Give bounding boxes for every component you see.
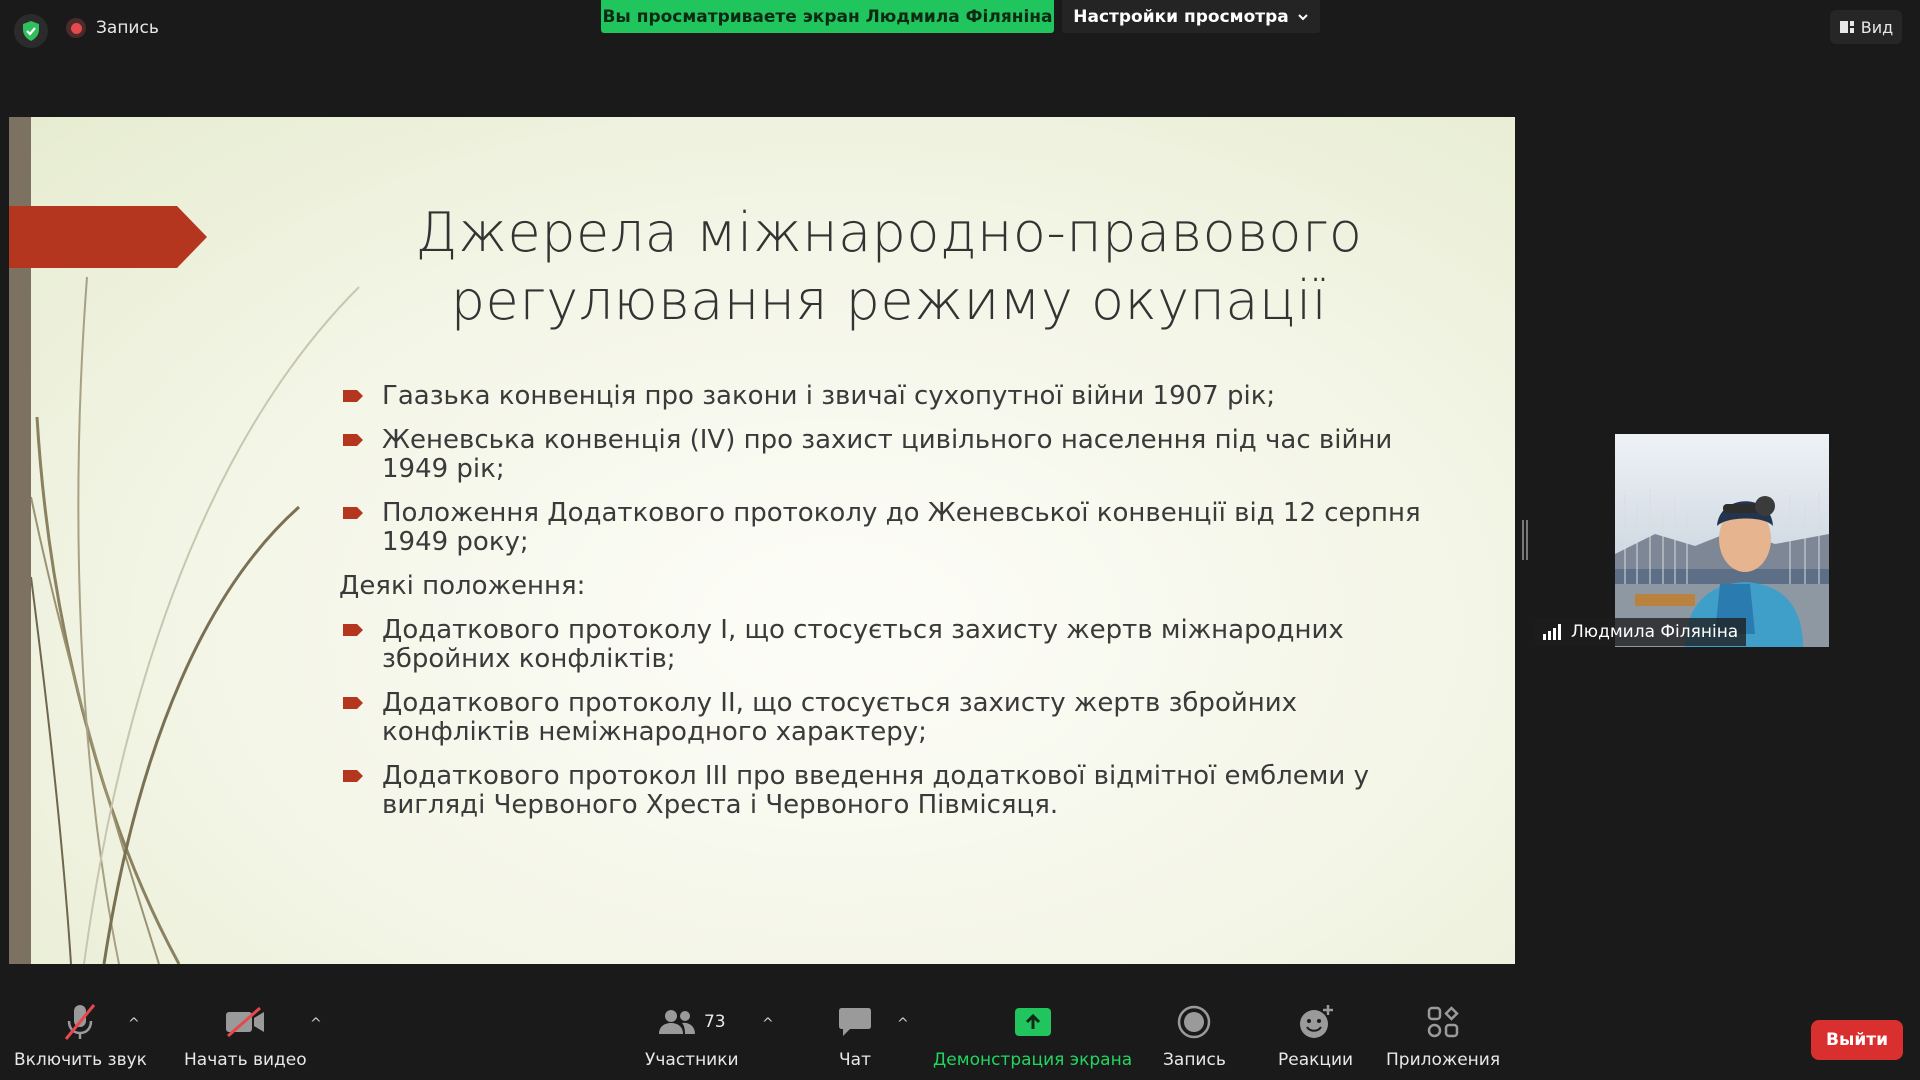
bullet-icon <box>343 624 363 636</box>
reactions-label: Реакции <box>1278 1050 1354 1070</box>
bullet-icon <box>343 507 363 519</box>
shared-screen-slide: Джерела міжнародно-правового регулювання… <box>9 117 1515 964</box>
slide-title-line2: регулювання режиму окупації <box>450 269 1328 332</box>
participants-button[interactable]: 73 Участники <box>645 1002 739 1070</box>
slide-subheading: Деякі положення: <box>339 571 586 601</box>
slide-bullet-item: Додаткового протоколу I, що стосується з… <box>339 616 1439 674</box>
participants-options-caret-icon[interactable]: ^ <box>762 1016 774 1032</box>
recording-indicator[interactable]: Запись <box>66 18 159 38</box>
chevron-down-icon <box>1298 13 1308 20</box>
start-video-label: Начать видео <box>184 1050 307 1070</box>
unmute-button[interactable]: Включить звук <box>14 1002 147 1070</box>
apps-icon <box>1426 1002 1460 1042</box>
slide-bullet-item: Додаткового протокол III про введення до… <box>339 762 1439 820</box>
bullet-icon <box>343 390 363 402</box>
chat-label: Чат <box>839 1050 871 1070</box>
security-shield-icon[interactable] <box>14 14 48 48</box>
apps-label: Приложения <box>1386 1050 1501 1070</box>
view-button[interactable]: Вид <box>1830 10 1902 44</box>
viewing-screen-banner: Вы просматриваете экран Людмила Філяніна <box>601 0 1054 33</box>
slide-bullet-item: Додаткового протоколу II, що стосується … <box>339 689 1439 747</box>
slide-bullet-item: Женевська конвенція (IV) про захист циві… <box>339 426 1439 484</box>
slide-bullet-item: Гаазька конвенція про закони і звичаї су… <box>339 382 1439 411</box>
bullet-icon <box>343 434 363 446</box>
slide-body: Гаазька конвенція про закони і звичаї су… <box>339 382 1439 835</box>
chat-button[interactable]: Чат <box>838 1002 872 1070</box>
record-dot-icon <box>66 18 86 38</box>
reactions-smiley-icon <box>1298 1002 1334 1042</box>
participant-name: Людмила Філяніна <box>1571 622 1739 642</box>
slide-item-text: Положення Додаткового протоколу до Женев… <box>382 498 1421 557</box>
share-screen-icon <box>1014 1002 1052 1042</box>
share-screen-button[interactable]: Демонстрация экрана <box>933 1002 1132 1070</box>
slide-item-text: Гаазька конвенція про закони і звичаї су… <box>382 381 1276 411</box>
leave-meeting-button[interactable]: Выйти <box>1811 1020 1903 1060</box>
slide-item-text: Додаткового протоколу II, що стосується … <box>382 688 1298 747</box>
panel-resize-handle[interactable] <box>1522 520 1528 560</box>
participant-video-tile[interactable] <box>1615 434 1829 647</box>
start-video-button[interactable]: Начать видео <box>184 1002 307 1070</box>
participant-name-label: Людмила Філяніна <box>1535 618 1747 646</box>
slide-item-text: Додаткового протоколу I, що стосується з… <box>382 615 1344 674</box>
reactions-button[interactable]: Реакции <box>1278 1002 1353 1070</box>
apps-button[interactable]: Приложения <box>1386 1002 1500 1070</box>
title-arrow-shape <box>9 206 207 268</box>
view-layout-icon <box>1839 21 1854 33</box>
participants-icon <box>658 1010 695 1034</box>
camera-off-icon <box>224 1002 266 1042</box>
share-screen-label: Демонстрация экрана <box>933 1050 1133 1070</box>
chat-bubble-icon <box>838 1002 872 1042</box>
signal-strength-icon <box>1543 624 1561 640</box>
record-icon <box>1177 1002 1211 1042</box>
participants-icon-group: 73 <box>658 1002 726 1042</box>
participant-video-image <box>1615 434 1829 647</box>
participants-count: 73 <box>703 1012 726 1032</box>
slide-title: Джерела міжнародно-правового регулювання… <box>349 199 1429 335</box>
slide-title-line1: Джерела міжнародно-правового <box>415 201 1363 264</box>
slide-item-text: Женевська конвенція (IV) про захист циві… <box>382 425 1393 484</box>
video-options-caret-icon[interactable]: ^ <box>310 1016 322 1032</box>
view-settings-label: Настройки просмотра <box>1073 6 1289 27</box>
unmute-label: Включить звук <box>14 1050 147 1070</box>
bullet-icon <box>343 697 363 709</box>
view-settings-button[interactable]: Настройки просмотра <box>1062 0 1320 33</box>
record-button[interactable]: Запись <box>1163 1002 1226 1070</box>
chat-options-caret-icon[interactable]: ^ <box>897 1016 909 1032</box>
participants-label: Участники <box>645 1050 739 1070</box>
slide-item-text: Додаткового протокол III про введення до… <box>382 761 1369 820</box>
view-label: Вид <box>1860 17 1894 37</box>
recording-label: Запись <box>96 18 159 38</box>
microphone-muted-icon <box>62 1002 98 1042</box>
audio-options-caret-icon[interactable]: ^ <box>128 1016 140 1032</box>
slide-bullet-item: Положення Додаткового протоколу до Женев… <box>339 499 1439 557</box>
bullet-icon <box>343 770 363 782</box>
record-label: Запись <box>1163 1050 1226 1070</box>
